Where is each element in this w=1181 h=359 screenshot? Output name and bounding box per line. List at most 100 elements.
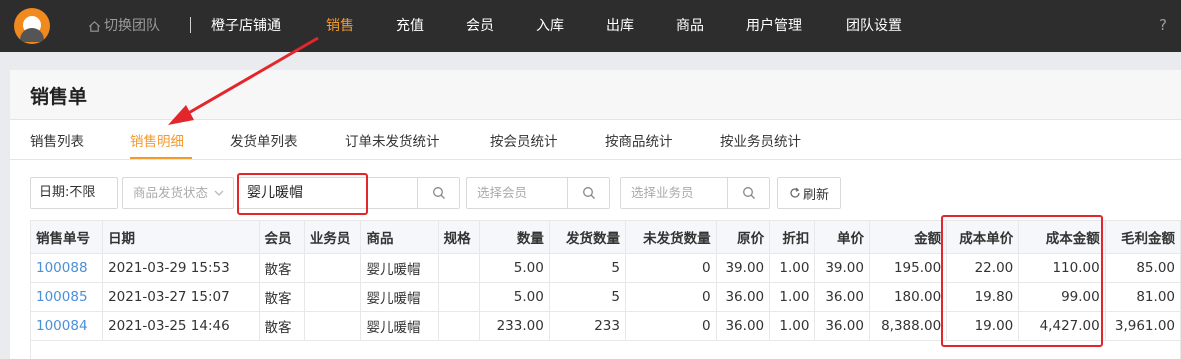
cell-qty: 5.00 xyxy=(478,282,550,312)
search-icon xyxy=(432,187,445,199)
cell-unit-price: 39.00 xyxy=(814,253,870,283)
staff-search-button[interactable] xyxy=(727,178,769,208)
cell-cost-amount: 4,427.00 xyxy=(1018,311,1106,341)
cell-goods: 婴儿暖帽 xyxy=(360,253,439,283)
goods-search-box xyxy=(238,177,460,209)
refresh-icon xyxy=(790,187,800,198)
cell-qty: 233.00 xyxy=(478,311,550,341)
home-icon xyxy=(89,20,100,32)
ship-status-select[interactable]: 商品发货状态 xyxy=(122,177,234,209)
col-gross-profit: 毛利金额 xyxy=(1104,220,1181,254)
cell-date: 2021-03-29 15:53 xyxy=(102,253,260,283)
refresh-button[interactable]: 刷新 xyxy=(777,177,841,209)
cell-original-price: 39.00 xyxy=(715,253,771,283)
main-panel: 销售单 销售列表 销售明细 发货单列表 订单未发货统计 按会员统计 按商品统计 … xyxy=(10,70,1181,359)
tabs-divider xyxy=(10,159,1181,160)
col-cost-amount: 成本金额 xyxy=(1018,220,1106,254)
tab-member-stats[interactable]: 按会员统计 xyxy=(490,133,558,151)
goods-search-input[interactable] xyxy=(247,178,407,208)
nav-item-team-settings[interactable]: 团队设置 xyxy=(846,16,902,36)
date-filter-label: 日期:不限 xyxy=(39,185,96,200)
search-icon xyxy=(742,187,755,199)
cell-member: 散客 xyxy=(258,282,305,312)
staff-placeholder[interactable]: 选择业务员 xyxy=(631,178,694,208)
cell-spec xyxy=(437,253,480,283)
help-icon[interactable]: ? xyxy=(1159,16,1167,34)
tab-staff-stats[interactable]: 按业务员统计 xyxy=(720,133,801,151)
switch-team-link[interactable]: 切换团队 xyxy=(88,16,160,36)
cell-unshipped-qty: 0 xyxy=(625,282,717,312)
cell-amount: 195.00 xyxy=(868,253,948,283)
top-navbar: 切换团队 橙子店铺通 销售 充值 会员 入库 出库 商品 用户管理 团队设置 ? xyxy=(0,0,1181,52)
nav-divider xyxy=(190,17,191,33)
date-filter[interactable]: 日期:不限 xyxy=(30,177,118,209)
col-cost-unit: 成本单价 xyxy=(946,220,1020,254)
page-title: 销售单 xyxy=(30,86,88,108)
cell-staff xyxy=(303,311,362,341)
table-row: 100084 2021-03-25 14:46 散客 婴儿暖帽 233.00 2… xyxy=(29,311,1181,341)
cell-qty: 5.00 xyxy=(478,253,550,283)
table-header-row: 销售单号 日期 会员 业务员 商品 规格 数量 发货数量 未发货数量 原价 折扣… xyxy=(29,220,1181,254)
app-logo[interactable] xyxy=(14,8,50,44)
nav-item-members[interactable]: 会员 xyxy=(466,16,494,36)
logo-base xyxy=(20,28,44,42)
chevron-down-icon xyxy=(214,190,224,196)
search-icon xyxy=(582,187,595,199)
cell-staff xyxy=(303,253,362,283)
sales-detail-table: 销售单号 日期 会员 业务员 商品 规格 数量 发货数量 未发货数量 原价 折扣… xyxy=(29,220,1181,359)
col-member: 会员 xyxy=(258,220,305,254)
cell-gross-profit: 85.00 xyxy=(1104,253,1181,283)
cell-cost-unit: 22.00 xyxy=(946,253,1020,283)
order-no-link[interactable]: 100085 xyxy=(29,282,104,312)
tab-sales-detail[interactable]: 销售明细 xyxy=(130,133,184,151)
col-discount: 折扣 xyxy=(769,220,816,254)
member-search-button[interactable] xyxy=(567,178,609,208)
cell-discount: 1.00 xyxy=(769,253,816,283)
cell-cost-unit: 19.80 xyxy=(946,282,1020,312)
table-row: 100085 2021-03-27 15:07 散客 婴儿暖帽 5.00 5 0… xyxy=(29,282,1181,312)
cell-amount: 180.00 xyxy=(868,282,948,312)
cell-date: 2021-03-25 14:46 xyxy=(102,311,260,341)
order-no-link[interactable]: 100084 xyxy=(29,311,104,341)
cell-member: 散客 xyxy=(258,253,305,283)
cell-discount: 1.00 xyxy=(769,311,816,341)
col-goods: 商品 xyxy=(360,220,439,254)
col-staff: 业务员 xyxy=(303,220,362,254)
member-select: 选择会员 xyxy=(466,177,610,209)
nav-item-user-management[interactable]: 用户管理 xyxy=(746,16,802,36)
col-order-no: 销售单号 xyxy=(29,220,104,254)
tab-goods-stats[interactable]: 按商品统计 xyxy=(605,133,673,151)
cell-unit-price: 36.00 xyxy=(814,282,870,312)
cell-amount: 8,388.00 xyxy=(868,311,948,341)
col-unshipped-qty: 未发货数量 xyxy=(625,220,717,254)
order-no-link[interactable]: 100088 xyxy=(29,253,104,283)
cell-unit-price: 36.00 xyxy=(814,311,870,341)
empty-cell xyxy=(30,340,1181,359)
cell-cost-unit: 19.00 xyxy=(946,311,1020,341)
cell-shipped-qty: 5 xyxy=(548,282,627,312)
nav-item-recharge[interactable]: 充值 xyxy=(396,16,424,36)
cell-cost-amount: 99.00 xyxy=(1018,282,1106,312)
cell-shipped-qty: 233 xyxy=(548,311,627,341)
page-header: 销售单 xyxy=(10,70,1181,120)
tab-unshipped-stats[interactable]: 订单未发货统计 xyxy=(345,133,440,151)
switch-team-label: 切换团队 xyxy=(104,18,160,34)
cell-gross-profit: 3,961.00 xyxy=(1104,311,1181,341)
tab-shipment-list[interactable]: 发货单列表 xyxy=(230,133,298,151)
cell-gross-profit: 81.00 xyxy=(1104,282,1181,312)
cell-original-price: 36.00 xyxy=(715,282,771,312)
tab-sales-list[interactable]: 销售列表 xyxy=(30,133,84,151)
cell-spec xyxy=(437,311,480,341)
nav-item-sales[interactable]: 销售 xyxy=(326,16,354,36)
cell-goods: 婴儿暖帽 xyxy=(360,282,439,312)
staff-select: 选择业务员 xyxy=(620,177,770,209)
col-unit-price: 单价 xyxy=(814,220,870,254)
nav-item-stock-out[interactable]: 出库 xyxy=(606,16,634,36)
nav-item-goods[interactable]: 商品 xyxy=(676,16,704,36)
table-empty-row xyxy=(30,340,1181,359)
ship-status-placeholder: 商品发货状态 xyxy=(133,185,209,200)
member-placeholder[interactable]: 选择会员 xyxy=(477,178,527,208)
nav-item-stock-in[interactable]: 入库 xyxy=(536,16,564,36)
goods-search-button[interactable] xyxy=(417,178,459,208)
nav-item-shop[interactable]: 橙子店铺通 xyxy=(211,16,281,36)
